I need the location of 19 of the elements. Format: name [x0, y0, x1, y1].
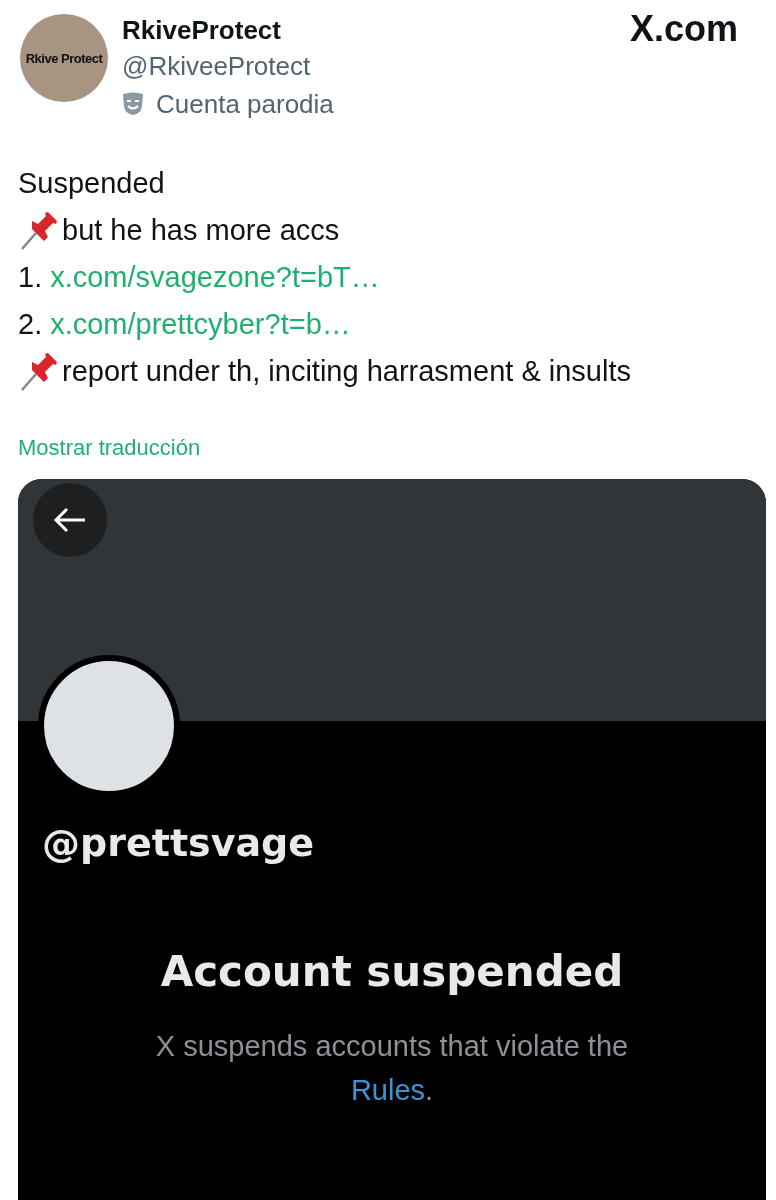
- profile-handle: @prettsvage: [42, 821, 315, 865]
- tweet-link[interactable]: x.com/svagezone?t=bT…: [50, 254, 380, 301]
- author-handle: @RkiveeProtect: [122, 50, 312, 83]
- list-number: 1.: [18, 260, 43, 295]
- translate-link[interactable]: Mostrar traducción: [18, 435, 201, 461]
- rules-link[interactable]: Rules: [350, 1074, 426, 1106]
- parody-label: Cuenta parodia: [156, 88, 334, 121]
- brand-label: X.com: [629, 8, 738, 50]
- author-name: RkiveProtect: [122, 14, 282, 46]
- tweet-text: Suspended: [18, 166, 165, 201]
- list-number: 2.: [18, 307, 43, 342]
- profile-avatar[interactable]: Rkive Protect: [20, 14, 108, 102]
- tweet-link[interactable]: x.com/prettcyber?t=b…: [50, 301, 351, 348]
- tweet-text: but he has more accs: [62, 213, 340, 248]
- suspended-title: Account suspended: [160, 947, 624, 996]
- theater-mask-icon: [122, 92, 144, 116]
- suspension-message: X suspends accounts that violate the Rules.: [154, 1029, 630, 1108]
- tweet-text: report under th, inciting harrasment & insults: [62, 354, 631, 389]
- back-arrow-icon: [53, 507, 87, 533]
